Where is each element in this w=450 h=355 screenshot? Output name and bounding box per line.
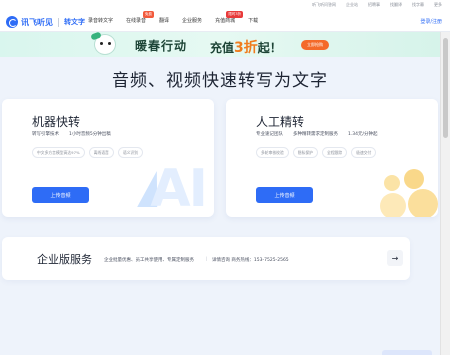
divider: | <box>206 257 208 262</box>
ai-watermark: AI <box>150 159 208 217</box>
card-features: 转写引擎技术 1小时音频5分钟出稿 <box>32 131 111 137</box>
promo-cta-button[interactable]: 立即抢购 <box>301 40 329 50</box>
nav-item-label: 企业服务 <box>182 18 203 24</box>
utility-bar: 听飞听问答网 企业站 招聘事 找翻译 找字幕 更多 <box>0 0 450 12</box>
promo-banner[interactable]: 暖春行动 充值3折起！ 立即抢购 <box>0 32 440 57</box>
nav-item-download[interactable]: 下载 <box>248 17 258 24</box>
card-features: 专业速记团队 多种精转需求定制服务 1.34元/分钟起 <box>256 131 378 137</box>
top-nav: 讯飞听见 转文字 录音转文字 在线录音 免费 翻译 企业服务 充值商城 限时3折 下… <box>0 11 450 32</box>
promo-offer-highlight: 3折 <box>234 40 258 56</box>
feature-tag: 离线语音 <box>88 147 114 158</box>
nav-item-translate[interactable]: 翻译 <box>159 17 169 24</box>
nav-item-online-recording[interactable]: 在线录音 免费 <box>126 11 155 24</box>
machine-transcription-card: AI 机器快转 转写引擎技术 1小时音频5分钟出稿 中文多方言模型高达97% 离… <box>2 99 214 217</box>
mascot-icon <box>94 34 116 55</box>
arrow-right-icon[interactable]: → <box>387 250 403 266</box>
enterprise-service-banner[interactable]: 企业版服务 企业批量优惠、员工共享使用、专属定制服务 | 详情咨询 商务热线：1… <box>2 237 410 280</box>
card-title: 机器快转 <box>32 115 81 129</box>
nav-menu: 录音转文字 在线录音 免费 翻译 企业服务 充值商城 限时3折 下载 <box>88 11 258 24</box>
nav-item-store[interactable]: 充值商城 限时3折 <box>215 11 244 24</box>
login-link[interactable]: 登录/注册 <box>420 18 442 25</box>
nav-item-label: 下载 <box>248 18 259 24</box>
floating-widget-tab[interactable] <box>382 350 432 355</box>
nav-item-label: 录音转文字 <box>88 18 114 24</box>
team-illustration <box>378 169 438 217</box>
feature-tag: 多轮审核校验 <box>256 147 289 158</box>
upload-audio-button[interactable]: 上传音频 <box>32 187 89 203</box>
person-icon <box>380 193 406 217</box>
card-tags: 多轮审核校验 隐私保护 全程跟踪 极速交付 <box>256 147 377 158</box>
person-icon <box>404 169 424 189</box>
promo-offer-prefix: 充值 <box>210 41 235 55</box>
util-link[interactable]: 企业站 <box>346 2 358 8</box>
nav-item-label: 在线录音 <box>126 18 147 24</box>
card-title: 人工精转 <box>256 115 305 129</box>
page-title: 音频、视频快速转写为文字 <box>112 71 328 91</box>
util-link[interactable]: 找字幕 <box>412 2 424 8</box>
promo-title: 暖春行动 <box>135 39 188 53</box>
vertical-scrollbar[interactable] <box>440 32 450 355</box>
feature-text: 1小时音频5分钟出稿 <box>69 132 111 137</box>
util-link[interactable]: 招聘事 <box>368 2 380 8</box>
upload-audio-button[interactable]: 上传音频 <box>256 187 313 203</box>
scrollbar-thumb[interactable] <box>443 38 448 138</box>
feature-text: 多种精转需求定制服务 <box>293 132 338 137</box>
logo-subtitle: 转文字 <box>64 18 85 26</box>
human-transcription-card: 人工精转 专业速记团队 多种精转需求定制服务 1.34元/分钟起 多轮审核校验 … <box>226 99 438 217</box>
logo-mark-icon <box>6 16 18 28</box>
logo-text: 讯飞听见 <box>21 17 53 27</box>
nav-item-audio-to-text[interactable]: 录音转文字 <box>88 17 113 24</box>
util-link[interactable]: 找翻译 <box>390 2 402 8</box>
feature-tag: 隐私保护 <box>292 147 318 158</box>
person-icon <box>408 189 438 217</box>
feature-tag: 极速交付 <box>351 147 377 158</box>
logo-divider <box>58 17 59 27</box>
nav-item-label: 翻译 <box>159 18 170 24</box>
price-text: 1.34元/分钟起 <box>348 132 378 137</box>
feature-tag: 语义识别 <box>117 147 143 158</box>
promo-offer-suffix: 起！ <box>257 41 282 55</box>
promo-offer: 充值3折起！ <box>210 37 282 57</box>
utility-links: 听飞听问答网 企业站 招聘事 找翻译 找字幕 更多 <box>312 2 442 8</box>
enterprise-contact: 详情咨询 商务热线：153-7525-2565 <box>212 258 289 263</box>
util-link-more[interactable]: 更多 <box>434 2 442 8</box>
enterprise-description: 企业批量优惠、员工共享使用、专属定制服务 <box>104 258 194 263</box>
nav-item-label: 充值商城 <box>215 18 236 24</box>
feature-text: 专业速记团队 <box>256 132 283 137</box>
feature-tag: 中文多方言模型高达97% <box>32 147 85 158</box>
person-icon <box>384 175 400 191</box>
logo[interactable]: 讯飞听见 转文字 <box>6 16 85 28</box>
free-badge: 免费 <box>143 11 155 18</box>
nav-item-enterprise[interactable]: 企业服务 <box>182 17 202 24</box>
util-link[interactable]: 听飞听问答网 <box>312 2 336 8</box>
card-tags: 中文多方言模型高达97% 离线语音 语义识别 <box>32 147 143 158</box>
feature-tag: 全程跟踪 <box>321 147 348 158</box>
discount-badge: 限时3折 <box>226 11 244 18</box>
feature-text: 转写引擎技术 <box>32 132 59 137</box>
enterprise-title: 企业版服务 <box>37 253 92 266</box>
